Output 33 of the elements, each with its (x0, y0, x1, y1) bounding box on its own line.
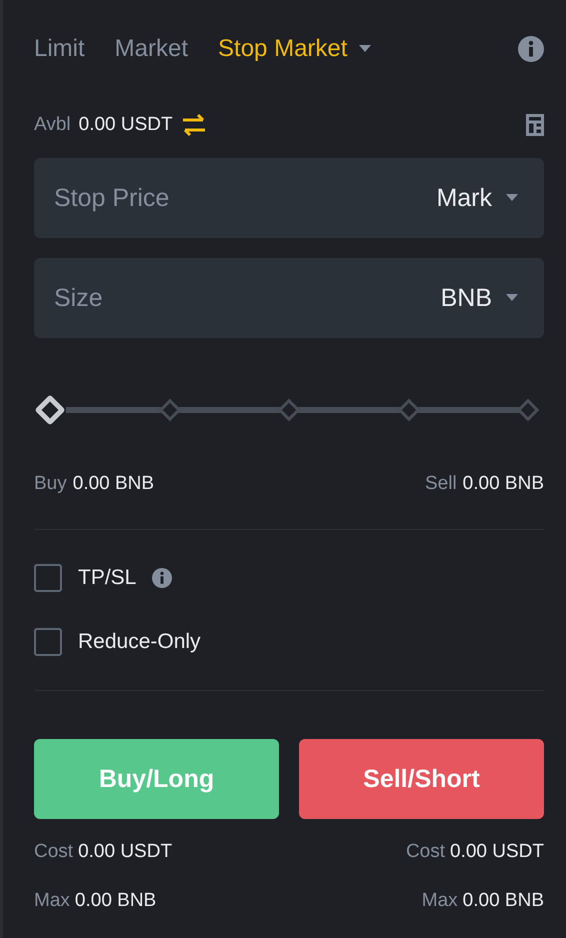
unit-dropdown[interactable]: Mark (436, 184, 518, 212)
available-balance: 0.00 USDT (78, 114, 173, 136)
summary-label: Max (422, 890, 458, 912)
summary-value: 0.00 BNB (462, 890, 544, 912)
sell-button[interactable]: Sell/Short (299, 739, 544, 819)
info-icon[interactable] (518, 36, 544, 62)
unit-dropdown[interactable]: BNB (440, 284, 518, 312)
transfer-icon[interactable] (180, 114, 207, 136)
input-field[interactable]: Stop Price Mark (34, 158, 544, 238)
summary-label: Cost (406, 841, 446, 863)
order-type-tab[interactable]: Market (114, 35, 188, 63)
calculator-icon[interactable] (526, 114, 544, 136)
order-type-tab[interactable]: Stop Market (218, 35, 372, 63)
option-label: Reduce-Only (78, 630, 201, 654)
available-label: Avbl (34, 114, 71, 136)
checkbox[interactable] (34, 564, 62, 592)
input-field[interactable]: Size BNB (34, 258, 544, 338)
order-type-tab[interactable]: Limit (34, 35, 85, 63)
summary-value: 0.00 BNB (74, 890, 156, 912)
amount-label: Buy (34, 473, 67, 495)
summary-value: 0.00 USDT (450, 841, 544, 863)
amount-value: 0.00 BNB (462, 473, 544, 495)
amount-value: 0.00 BNB (72, 473, 154, 495)
option-label: TP/SL (78, 566, 136, 590)
caret-icon (506, 194, 518, 202)
amount-label: Sell (424, 473, 457, 495)
caret-icon (359, 45, 372, 53)
caret-icon (506, 294, 518, 302)
summary-label: Cost (34, 841, 74, 863)
checkbox[interactable] (34, 628, 62, 656)
summary-value: 0.00 USDT (78, 841, 172, 863)
summary-label: Max (34, 890, 70, 912)
info-icon[interactable] (152, 568, 172, 588)
